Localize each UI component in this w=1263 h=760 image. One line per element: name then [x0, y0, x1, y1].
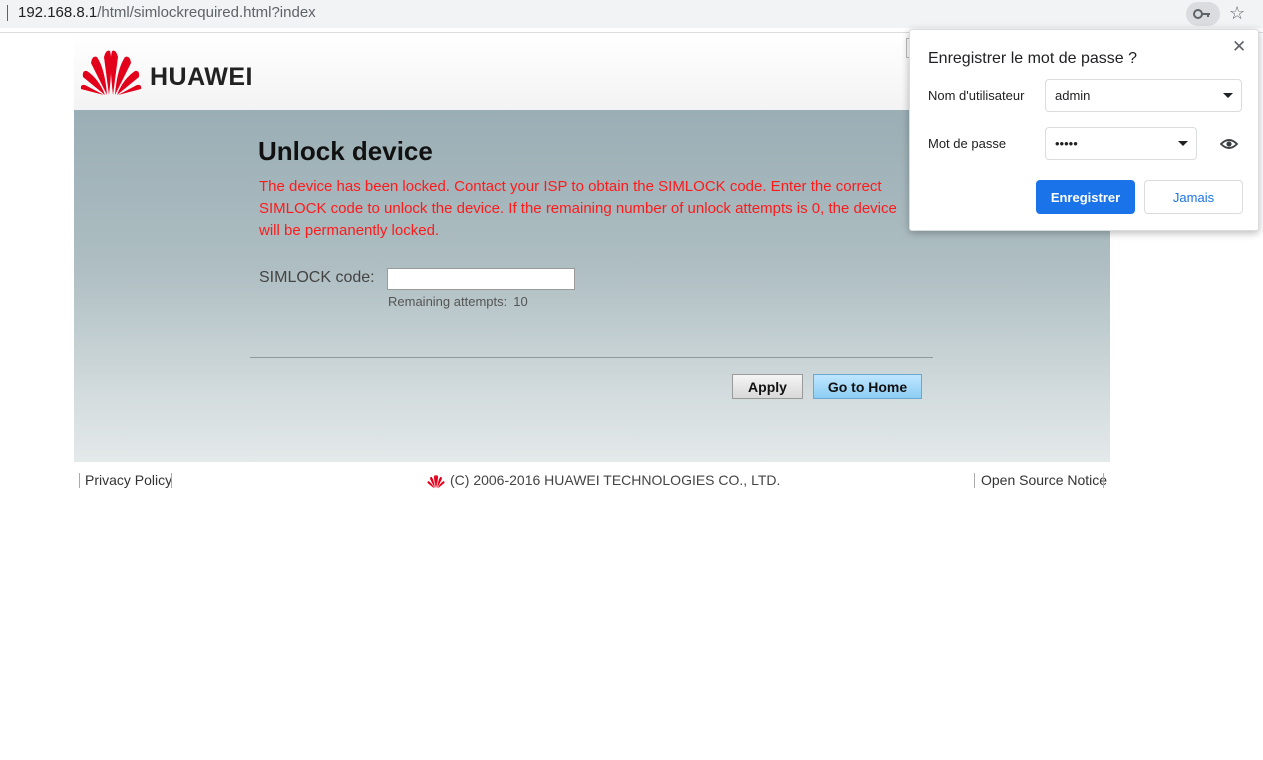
lock-warning-message: The device has been locked. Contact your… — [259, 178, 897, 239]
remaining-attempts: Remaining attempts: 10 — [388, 294, 528, 309]
open-source-notice-link[interactable]: Open Source Notice — [981, 472, 1107, 488]
apply-button[interactable]: Apply — [732, 374, 803, 399]
brand-name: HUAWEI — [150, 63, 253, 91]
password-select[interactable]: ••••• — [1045, 127, 1197, 160]
simlock-code-input[interactable] — [387, 268, 575, 290]
url-host: 192.168.8.1 — [18, 4, 98, 21]
remaining-attempts-value: 10 — [513, 294, 528, 309]
url-text[interactable]: 192.168.8.1/html/simlockrequired.html?in… — [18, 4, 316, 21]
username-select[interactable]: admin — [1045, 79, 1242, 112]
dialog-title: Enregistrer le mot de passe ? — [928, 50, 1137, 67]
save-password-dialog: Enregistrer le mot de passe ? ✕ Nom d'ut… — [909, 29, 1259, 231]
huawei-small-logo-icon — [427, 475, 445, 489]
divider — [79, 473, 80, 488]
chevron-down-icon — [1223, 93, 1233, 98]
password-label: Mot de passe — [928, 136, 1007, 151]
eye-icon[interactable] — [1219, 137, 1239, 156]
divider — [974, 473, 975, 488]
username-label: Nom d'utilisateur — [928, 88, 1025, 103]
copyright: (C) 2006-2016 HUAWEI TECHNOLOGIES CO., L… — [426, 472, 780, 489]
address-bar[interactable]: 192.168.8.1/html/simlockrequired.html?in… — [0, 0, 1263, 28]
chevron-down-icon — [1178, 141, 1188, 146]
copyright-text: (C) 2006-2016 HUAWEI TECHNOLOGIES CO., L… — [450, 472, 781, 488]
text-cursor — [7, 5, 8, 21]
star-icon[interactable]: ☆ — [1229, 3, 1245, 23]
divider — [1103, 473, 1104, 488]
huawei-logo-icon — [80, 47, 142, 102]
simlock-label: SIMLOCK code: — [259, 269, 375, 286]
go-to-home-button[interactable]: Go to Home — [813, 374, 922, 399]
divider — [250, 357, 933, 358]
divider — [171, 473, 172, 488]
page-title: Unlock device — [258, 136, 433, 166]
remaining-attempts-label: Remaining attempts: — [388, 294, 508, 309]
close-icon[interactable]: ✕ — [1232, 37, 1246, 57]
username-value: admin — [1055, 88, 1091, 103]
key-icon[interactable] — [1186, 2, 1220, 26]
privacy-policy-link[interactable]: Privacy Policy — [85, 472, 172, 488]
url-path: /html/simlockrequired.html?index — [97, 4, 316, 21]
never-button[interactable]: Jamais — [1144, 180, 1243, 214]
save-password-button[interactable]: Enregistrer — [1036, 180, 1135, 214]
page-footer: Privacy Policy (C) 2006-2016 HUAWEI TECH… — [74, 462, 1110, 500]
password-value: ••••• — [1055, 136, 1078, 151]
